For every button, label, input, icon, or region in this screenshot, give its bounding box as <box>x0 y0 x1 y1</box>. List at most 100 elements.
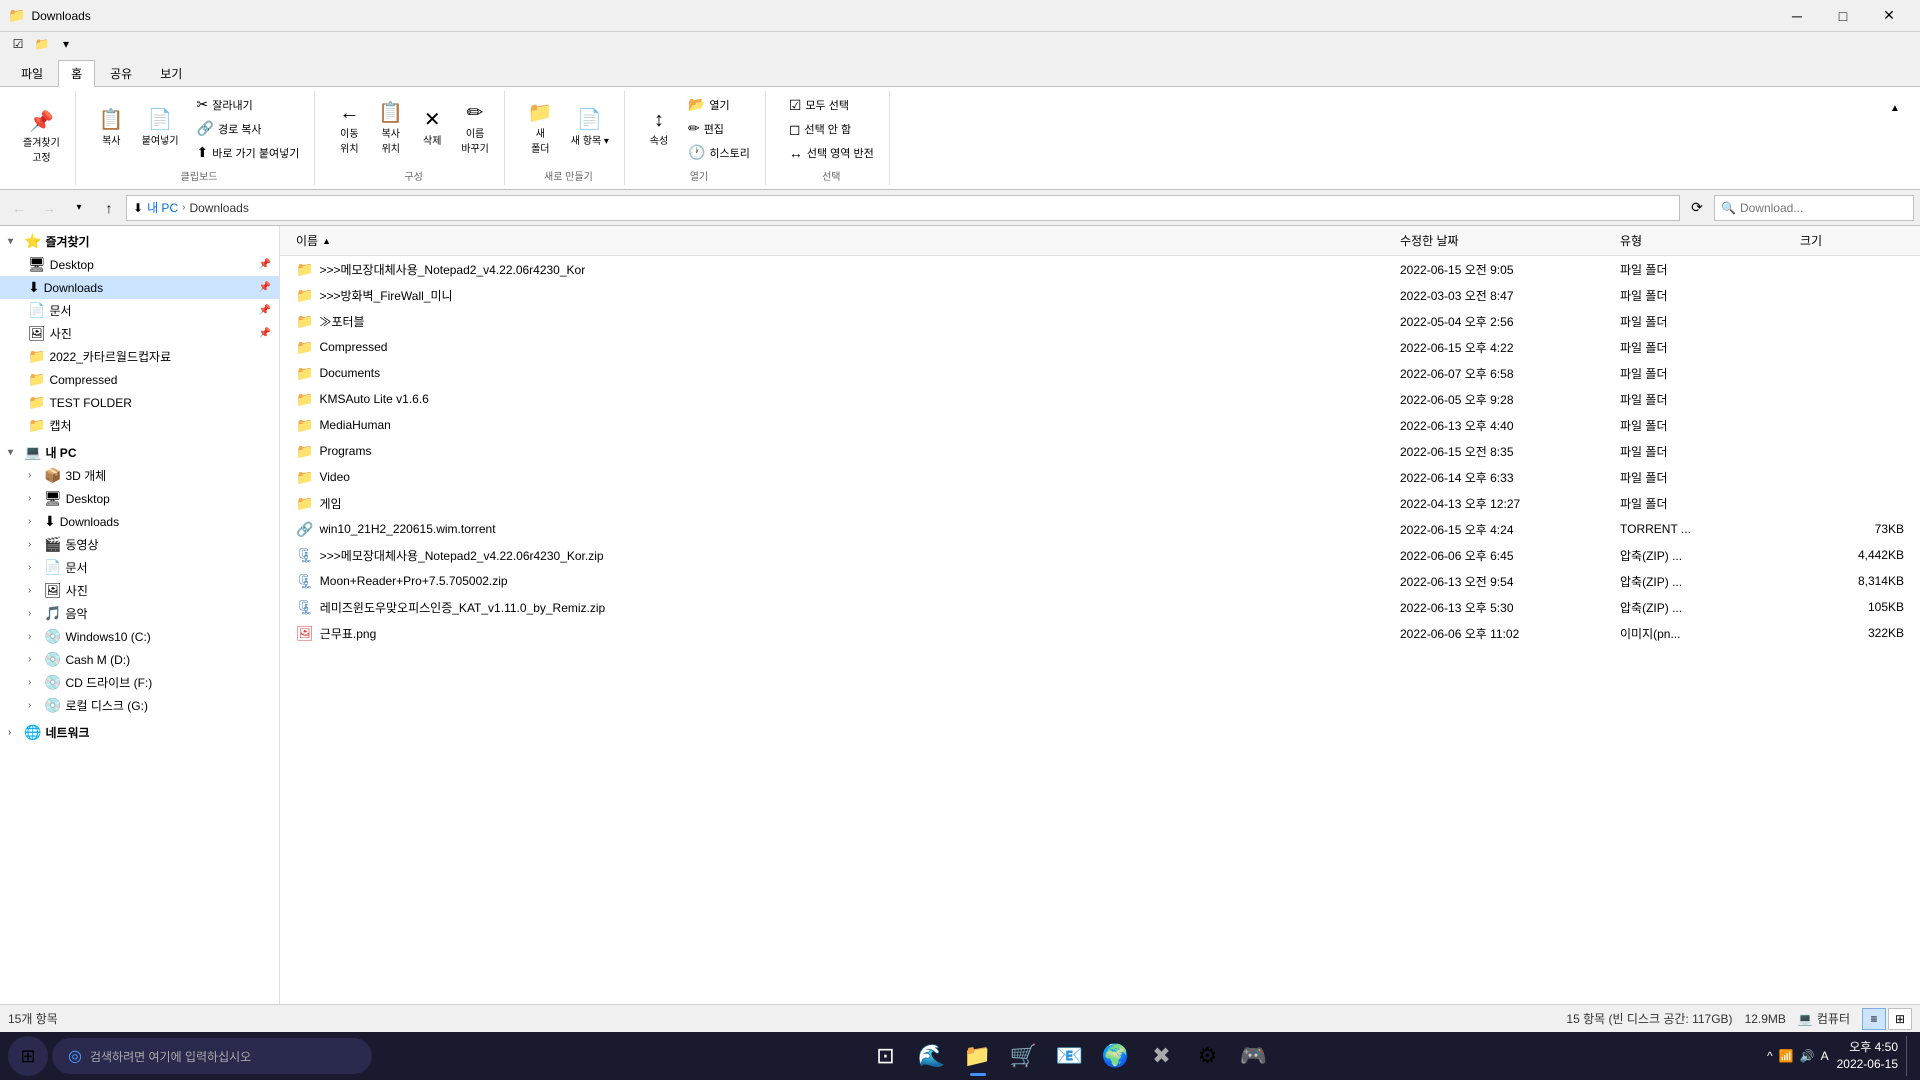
tab-view[interactable]: 보기 <box>147 60 195 86</box>
taskbar-edge[interactable]: 🌊 <box>910 1034 954 1078</box>
file-row-10[interactable]: 🔗 win10_21H2_220615.wim.torrent 2022-06-… <box>280 516 1920 542</box>
new-item-button[interactable]: 📄 새 항목 ▾ <box>564 106 616 151</box>
rename-button[interactable]: ✏ 이름바꾸기 <box>454 99 496 159</box>
file-row-1[interactable]: 📁 >>>방화벽_FireWall_미니 2022-03-03 오전 8:47 … <box>280 282 1920 308</box>
edit-button[interactable]: ✏편집 <box>681 117 757 140</box>
back-button[interactable]: ← <box>6 195 32 221</box>
col-header-date[interactable]: 수정한 날짜 <box>1392 230 1612 251</box>
mypc-label: 내 PC <box>45 444 76 461</box>
qat-checkbox[interactable]: ☑ <box>8 34 28 54</box>
start-button[interactable]: ⊞ <box>8 1036 48 1076</box>
taskbar-task-view[interactable]: ⊡ <box>864 1034 908 1078</box>
file-row-5[interactable]: 📁 KMSAuto Lite v1.6.6 2022-06-05 오후 9:28… <box>280 386 1920 412</box>
copy-to-button[interactable]: 📋 복사위치 <box>371 99 410 159</box>
file-row-7[interactable]: 📁 Programs 2022-06-15 오전 8:35 파일 폴더 <box>280 438 1920 464</box>
sidebar-item-d-drive[interactable]: › 💿 Cash M (D:) <box>0 648 279 671</box>
network-arrow[interactable]: › <box>8 727 20 738</box>
copy-path-button[interactable]: 🔗경로 복사 <box>190 117 307 140</box>
taskbar-chrome[interactable]: 🌍 <box>1094 1034 1138 1078</box>
up-button[interactable]: ↑ <box>96 195 122 221</box>
sidebar-item-desktop-fav[interactable]: 🖥 Desktop 📌 <box>0 253 279 276</box>
sidebar-item-3d[interactable]: › 📦 3D 개체 <box>0 464 279 487</box>
favorites-arrow[interactable]: ▾ <box>8 236 20 247</box>
breadcrumb-downloads[interactable]: Downloads <box>189 201 248 215</box>
file-row-2[interactable]: 📁 ≫포터블 2022-05-04 오후 2:56 파일 폴더 <box>280 308 1920 334</box>
file-row-12[interactable]: 🗜 Moon+Reader+Pro+7.5.705002.zip 2022-06… <box>280 568 1920 594</box>
list-view-button[interactable]: ≡ <box>1862 1008 1886 1030</box>
file-row-8[interactable]: 📁 Video 2022-06-14 오후 6:33 파일 폴더 <box>280 464 1920 490</box>
breadcrumb-pc[interactable]: 내 PC <box>147 199 178 216</box>
show-desktop-button[interactable] <box>1906 1036 1912 1076</box>
taskbar-search[interactable]: ◎ 검색하려면 여기에 입력하십시오 <box>52 1038 372 1074</box>
file-row-3[interactable]: 📁 Compressed 2022-06-15 오후 4:22 파일 폴더 <box>280 334 1920 360</box>
refresh-button[interactable]: ⟳ <box>1684 195 1710 221</box>
open-button[interactable]: 📂열기 <box>681 93 757 116</box>
file-row-0[interactable]: 📁 >>>메모장대체사용_Notepad2_v4.22.06r4230_Kor … <box>280 256 1920 282</box>
properties-button[interactable]: ↕ 속성 <box>641 106 677 151</box>
maximize-button[interactable]: □ <box>1820 0 1866 32</box>
recent-locations-button[interactable]: ▾ <box>66 195 92 221</box>
file-row-4[interactable]: 📁 Documents 2022-06-07 오후 6:58 파일 폴더 <box>280 360 1920 386</box>
sidebar-item-testfolder[interactable]: 📁 TEST FOLDER <box>0 391 279 414</box>
paste-shortcut-button[interactable]: ⬆바로 가기 붙여넣기 <box>190 141 307 164</box>
sidebar-item-c-drive[interactable]: › 💿 Windows10 (C:) <box>0 625 279 648</box>
sidebar-item-g-drive[interactable]: › 💿 로컬 디스크 (G:) <box>0 694 279 717</box>
sidebar-item-videos[interactable]: › 🎬 동영상 <box>0 533 279 556</box>
sidebar-section-mypc[interactable]: ▾ 💻 내 PC <box>0 441 279 464</box>
taskbar-mail[interactable]: 📧 <box>1048 1034 1092 1078</box>
select-all-button[interactable]: ☑모두 선택 <box>782 94 881 117</box>
tab-home[interactable]: 홈 <box>58 60 95 87</box>
detail-view-button[interactable]: ⊞ <box>1888 1008 1912 1030</box>
sidebar-section-favorites[interactable]: ▾ ⭐ 즐겨찾기 <box>0 230 279 253</box>
qat-folder[interactable]: 📁 <box>32 34 52 54</box>
minimize-button[interactable]: ─ <box>1774 0 1820 32</box>
paste-button[interactable]: 📄 붙여넣기 <box>135 106 186 151</box>
sidebar-item-downloads-fav[interactable]: ⬇ Downloads 📌 <box>0 276 279 299</box>
tab-file[interactable]: 파일 <box>8 60 56 86</box>
sidebar-item-f-drive[interactable]: › 💿 CD 드라이브 (F:) <box>0 671 279 694</box>
taskbar-store[interactable]: 🛒 <box>1002 1034 1046 1078</box>
sidebar-item-music[interactable]: › 🎵 음악 <box>0 602 279 625</box>
sidebar-item-pics-pc[interactable]: › 🖼 사진 <box>0 579 279 602</box>
move-button[interactable]: ← 이동위치 <box>331 99 367 159</box>
taskbar-game[interactable]: 🎮 <box>1232 1034 1276 1078</box>
cut-button[interactable]: ✂잘라내기 <box>190 93 307 116</box>
col-header-name[interactable]: 이름 ▲ <box>288 230 1392 251</box>
qat-dropdown[interactable]: ▾ <box>56 34 76 54</box>
file-row-6[interactable]: 📁 MediaHuman 2022-06-13 오후 4:40 파일 폴더 <box>280 412 1920 438</box>
sidebar-item-compressed-fav[interactable]: 📁 Compressed <box>0 368 279 391</box>
close-button[interactable]: ✕ <box>1866 0 1912 32</box>
delete-button[interactable]: ✕ 삭제 <box>414 106 450 151</box>
hidden-icons-button[interactable]: ^ <box>1767 1049 1773 1063</box>
copy-button[interactable]: 📋 복사 <box>92 106 131 151</box>
col-header-type[interactable]: 유형 <box>1612 230 1792 251</box>
sidebar-item-desktop-pc[interactable]: › 🖥 Desktop <box>0 487 279 510</box>
sidebar-item-docs-pc[interactable]: › 📄 문서 <box>0 556 279 579</box>
sidebar-item-worldcup[interactable]: 📁 2022_카타르월드컵자료 <box>0 345 279 368</box>
taskbar-explorer[interactable]: 📁 <box>956 1034 1000 1078</box>
search-input[interactable] <box>1740 201 1907 215</box>
collapse-ribbon-button[interactable]: ▲ <box>1882 95 1908 121</box>
new-folder-button[interactable]: 📁 새폴더 <box>521 99 560 159</box>
tab-share[interactable]: 공유 <box>97 60 145 86</box>
sidebar-item-documents-fav[interactable]: 📄 문서 📌 <box>0 299 279 322</box>
file-row-14[interactable]: 🖼 근무표.png 2022-06-06 오후 11:02 이미지(pn... … <box>280 620 1920 646</box>
select-none-button[interactable]: ◻선택 안 함 <box>782 118 881 141</box>
breadcrumb-bar[interactable]: ⬇ 내 PC › Downloads <box>126 195 1680 221</box>
sidebar-item-pictures-fav[interactable]: 🖼 사진 📌 <box>0 322 279 345</box>
history-button[interactable]: 🕐히스토리 <box>681 141 757 164</box>
col-header-size[interactable]: 크기 <box>1792 230 1912 251</box>
sidebar-section-network[interactable]: › 🌐 네트워크 <box>0 721 279 744</box>
file-row-13[interactable]: 🗜 레미즈윈도우맞오피스인증_KAT_v1.11.0_by_Remiz.zip … <box>280 594 1920 620</box>
taskbar-settings[interactable]: ⚙ <box>1186 1034 1230 1078</box>
sidebar-item-downloads-pc[interactable]: › ⬇ Downloads <box>0 510 279 533</box>
sidebar-item-capture[interactable]: 📁 캡처 <box>0 414 279 437</box>
forward-button[interactable]: → <box>36 195 62 221</box>
taskbar-time[interactable]: 오후 4:50 2022-06-15 <box>1837 1039 1898 1073</box>
invert-selection-button[interactable]: ↔선택 영역 반전 <box>782 142 881 164</box>
pin-button[interactable]: 📌 즐겨찾기고정 <box>16 108 67 168</box>
mypc-arrow[interactable]: ▾ <box>8 447 20 458</box>
file-row-11[interactable]: 🗜 >>>메모장대체사용_Notepad2_v4.22.06r4230_Kor.… <box>280 542 1920 568</box>
file-row-9[interactable]: 📁 게임 2022-04-13 오후 12:27 파일 폴더 <box>280 490 1920 516</box>
taskbar-tools[interactable]: ✖ <box>1140 1034 1184 1078</box>
